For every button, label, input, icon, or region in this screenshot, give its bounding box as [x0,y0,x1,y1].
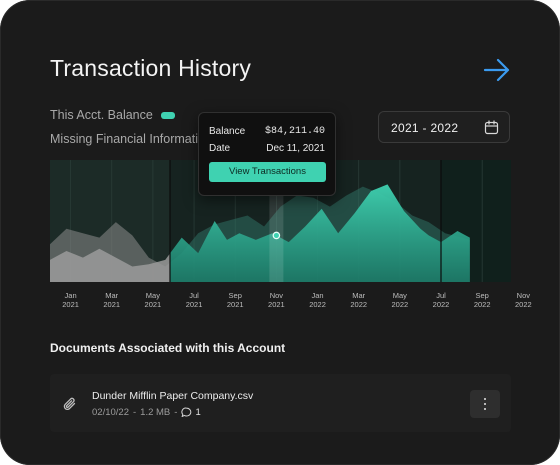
tooltip-balance-value: $84,211.40 [264,126,325,137]
comment-icon[interactable] [181,407,192,418]
view-transactions-button[interactable]: View Transactions [209,162,326,182]
documents-heading: Documents Associated with this Account [50,341,286,355]
kebab-dot [484,398,487,401]
paperclip-icon [63,397,76,411]
document-meta: 02/10/22 - 1.2 MB - 1 [92,407,201,418]
legend-balance: This Acct. Balance [50,108,175,122]
x-tick-year: 2022 [391,300,409,309]
tooltip-date-label: Date [209,143,231,154]
x-tick-year: 2021 [62,300,79,309]
transaction-history-card: Transaction History This Acct. Balance M… [0,0,560,465]
x-tick-month: Jan [64,291,77,300]
x-tick-year: 2021 [144,300,162,309]
x-tick-label: Sep 2021 [220,291,250,309]
x-tick-label: Jan 2021 [56,291,86,309]
x-tick-label: Mar 2022 [344,291,374,309]
legend-balance-swatch [160,111,175,119]
x-tick-year: 2022 [309,300,326,309]
date-range-value: 2021 - 2022 [391,121,459,135]
kebab-dot [484,403,487,406]
legend-balance-label: This Acct. Balance [50,108,153,122]
x-tick-label: Jul 2021 [179,291,209,309]
x-tick-month: May [392,291,407,300]
x-tick-month: Jul [189,291,199,300]
x-tick-month: May [145,291,160,300]
x-tick-label: Nov 2021 [261,291,291,309]
x-tick-label: Nov 2022 [508,291,538,309]
x-tick-month: Nov [269,291,284,300]
x-tick-month: Mar [105,291,119,300]
x-tick-year: 2021 [103,300,121,309]
more-options-button[interactable] [470,390,500,418]
x-tick-month: Jul [436,291,446,300]
x-tick-year: 2022 [473,300,491,309]
x-tick-label: Mar 2021 [97,291,127,309]
x-tick-year: 2022 [515,300,532,309]
x-tick-month: Sep [475,291,489,300]
arrow-right-icon[interactable] [483,58,511,82]
legend-missing-label: Missing Financial Information [50,132,212,146]
page-title: Transaction History [50,55,252,81]
x-tick-year: 2021 [185,300,203,309]
meta-separator: - [132,407,137,418]
x-tick-label: May 2021 [138,291,168,309]
document-size: 1.2 MB [140,407,171,418]
x-tick-year: 2021 [268,300,285,309]
x-tick-month: Jan [311,291,324,300]
document-date: 02/10/22 [92,407,129,418]
tooltip-balance-label: Balance [209,126,246,137]
date-range-picker[interactable]: 2021 - 2022 [378,111,510,143]
hover-point [272,231,281,240]
document-row[interactable]: Dunder Mifflin Paper Company.csv 02/10/2… [50,374,511,432]
x-tick-month: Sep [228,291,242,300]
x-tick-year: 2021 [226,300,244,309]
comment-count: 1 [195,407,201,418]
x-tick-label: May 2022 [385,291,415,309]
document-name[interactable]: Dunder Mifflin Paper Company.csv [92,390,253,402]
x-tick-year: 2022 [432,300,450,309]
balance-tooltip: Balance $84,211.40 Date Dec 11, 2021 Vie… [198,112,336,196]
kebab-dot [484,408,487,411]
x-tick-label: Sep 2022 [467,291,497,309]
x-tick-label: Jul 2022 [426,291,456,309]
calendar-icon [484,120,499,135]
x-tick-month: Mar [352,291,366,300]
tooltip-date-value: Dec 11, 2021 [266,143,325,154]
x-tick-month: Nov [516,291,531,300]
meta-separator: - [174,407,178,418]
x-tick-label: Jan 2022 [303,291,333,309]
x-tick-year: 2022 [350,300,368,309]
